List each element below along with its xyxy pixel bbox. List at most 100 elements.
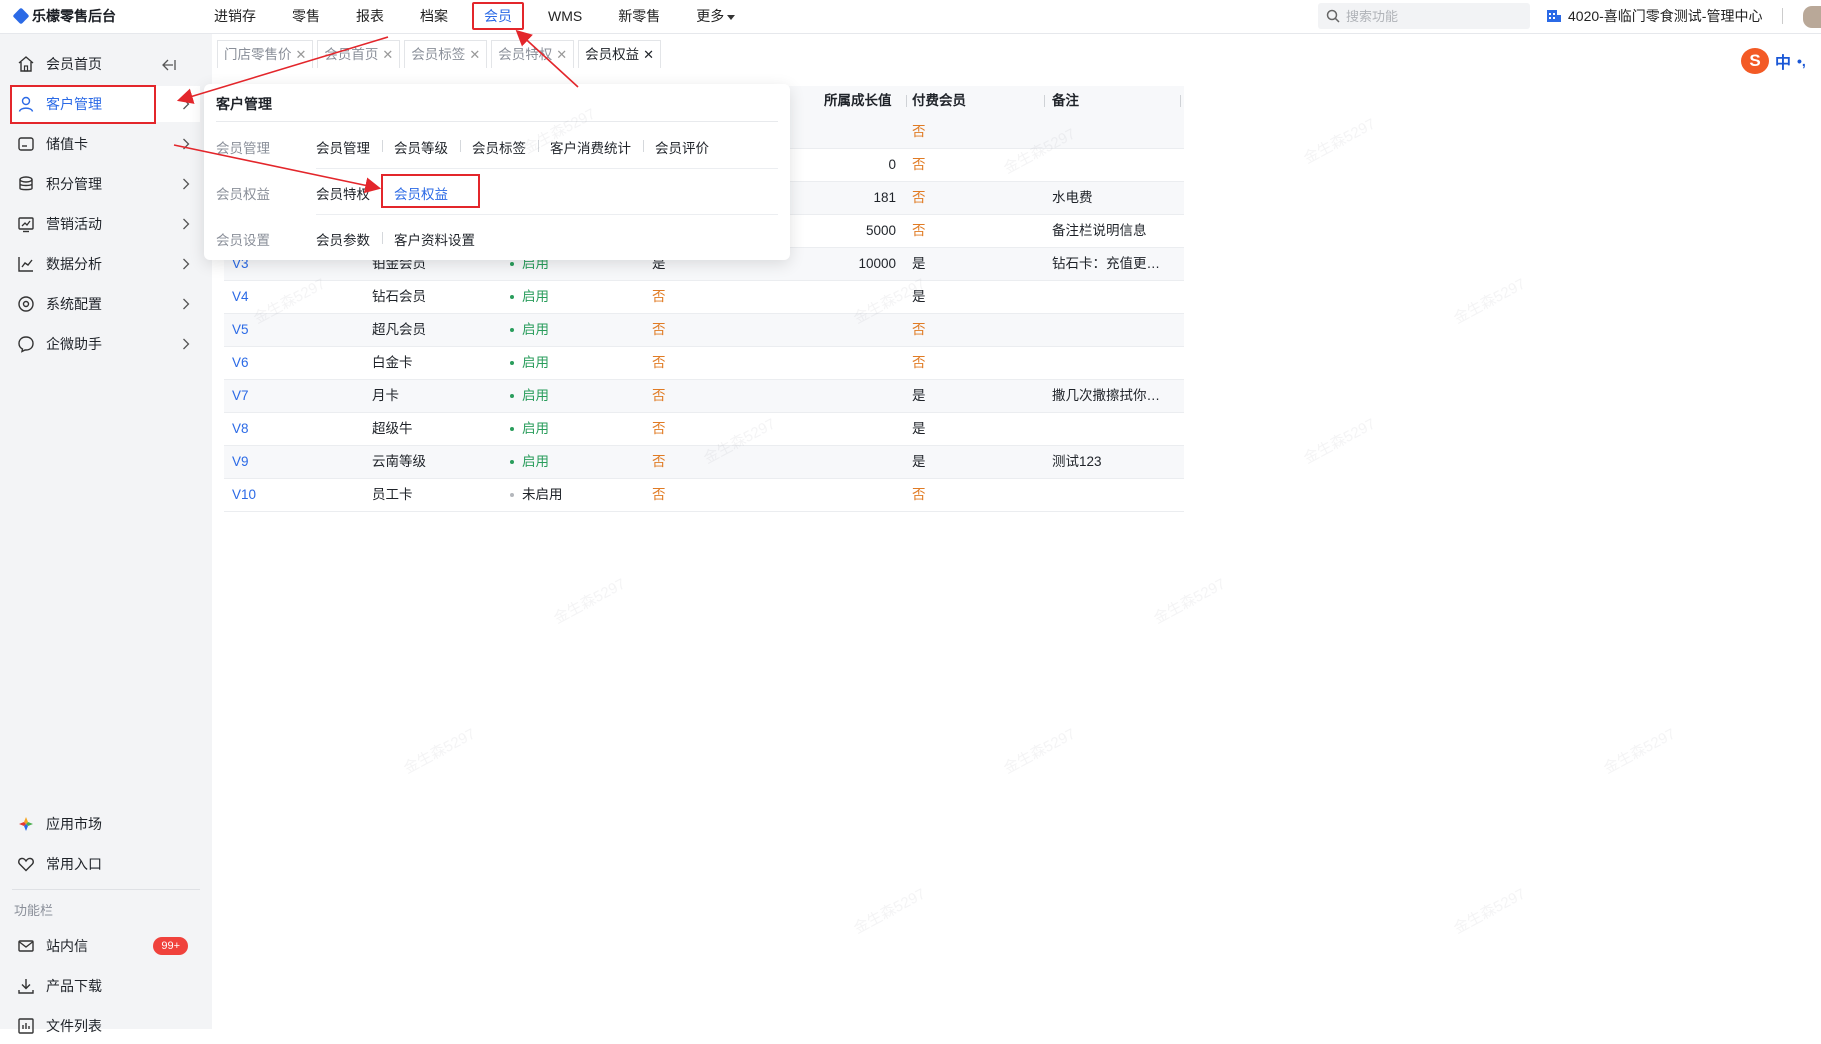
sidebar-item-label: 会员首页 — [46, 56, 102, 72]
column-separator — [906, 95, 907, 107]
level-code-link[interactable]: V7 — [232, 380, 249, 412]
menu-link-consumption-stats[interactable]: 客户消费统计 — [538, 137, 643, 157]
avatar[interactable] — [1803, 6, 1821, 28]
nav-item-reports[interactable]: 报表 — [338, 0, 402, 32]
home-icon — [12, 55, 40, 73]
ime-toolbar[interactable]: S 中 •, — [1741, 48, 1806, 74]
level-code-link[interactable]: V9 — [232, 446, 249, 478]
sidebar-item-member-home[interactable]: 会员首页 — [10, 46, 200, 82]
divider — [316, 168, 778, 169]
tab-member-home[interactable]: 会员首页 ✕ — [317, 40, 401, 68]
chevron-right-icon — [182, 337, 190, 353]
status-badge: 启用 — [510, 446, 549, 478]
sidebar-item-wecom-assistant[interactable]: 企微助手 — [10, 326, 200, 362]
sidebar-item-product-download[interactable]: 产品下载 — [10, 968, 200, 1004]
nav-item-inventory[interactable]: 进销存 — [196, 0, 274, 32]
chevron-right-icon — [182, 177, 190, 193]
menu-group-member-settings: 会员设置 会员参数 客户资料设置 — [216, 216, 778, 260]
column-separator — [1044, 95, 1045, 107]
tab-member-privileges[interactable]: 会员特权 ✕ — [491, 40, 575, 68]
sidebar-item-favorites[interactable]: 常用入口 — [10, 846, 200, 882]
menu-link-member-benefits[interactable]: 会员权益 — [381, 174, 480, 208]
close-icon[interactable]: ✕ — [382, 42, 393, 68]
search-input[interactable] — [1346, 8, 1516, 24]
sidebar-item-label: 应用市场 — [46, 816, 102, 832]
database-icon — [12, 175, 40, 193]
top-bar: 乐檬零售后台 进销存 零售 报表 档案 会员 WMS 新零售 更多 4020-喜… — [0, 0, 1821, 34]
watermark: 金生森5297 — [1301, 115, 1379, 168]
table-row[interactable]: V10 员工卡 未启用 否 否 — [224, 479, 1184, 512]
menu-link-member-privileges[interactable]: 会员特权 — [316, 183, 382, 203]
tab-store-retail-price[interactable]: 门店零售价 ✕ — [217, 40, 314, 68]
sidebar-caption: 功能栏 — [14, 903, 54, 918]
watermark: 金生森5297 — [1301, 415, 1379, 468]
sidebar-item-app-market[interactable]: 应用市场 — [10, 806, 200, 842]
table-row[interactable]: V4 钻石会员 启用 否 是 — [224, 281, 1184, 314]
sidebar-item-system-config[interactable]: 系统配置 — [10, 286, 200, 322]
card-icon — [12, 135, 40, 153]
level-code-link[interactable]: V10 — [232, 479, 256, 511]
app-market-icon — [12, 815, 40, 833]
table-row[interactable]: V6 白金卡 启用 否 否 — [224, 347, 1184, 380]
search-icon — [1326, 9, 1340, 23]
store-selector[interactable]: 4020-喜临门零食测试-管理中心 — [1546, 0, 1762, 32]
menu-group-label: 会员设置 — [216, 233, 270, 248]
watermark: 金生森5297 — [1001, 725, 1079, 778]
status-badge: 未启用 — [510, 479, 563, 511]
nav-item-new-retail[interactable]: 新零售 — [600, 0, 678, 32]
watermark: 金生森5297 — [401, 725, 479, 778]
ime-punctuation[interactable]: •, — [1797, 53, 1806, 69]
close-icon[interactable]: ✕ — [643, 42, 654, 68]
unread-badge: 99+ — [153, 937, 188, 955]
brand-title: 乐檬零售后台 — [32, 8, 116, 24]
column-separator — [1180, 95, 1181, 107]
table-row[interactable]: V8 超级牛 启用 否 是 — [224, 413, 1184, 446]
table-row[interactable]: V7 月卡 启用 否 是 撒几次撒擦拭你… — [224, 380, 1184, 413]
nav-item-more[interactable]: 更多 — [678, 0, 753, 32]
close-icon[interactable]: ✕ — [556, 42, 567, 68]
menu-link-customer-profile-settings[interactable]: 客户资料设置 — [382, 229, 487, 249]
menu-title: 客户管理 — [216, 96, 272, 112]
column-header-growth: 所属成长值 — [824, 93, 892, 108]
tab-member-tags[interactable]: 会员标签 ✕ — [404, 40, 488, 68]
sidebar-item-stored-value-card[interactable]: 储值卡 — [10, 126, 200, 162]
menu-link-member-levels[interactable]: 会员等级 — [382, 137, 460, 157]
file-list-icon — [12, 1017, 40, 1035]
sidebar-item-label: 常用入口 — [46, 856, 102, 872]
close-icon[interactable]: ✕ — [469, 42, 480, 68]
menu-link-member-reviews[interactable]: 会员评价 — [643, 137, 721, 157]
sidebar-item-label: 营销活动 — [46, 216, 102, 232]
sidebar-item-inbox[interactable]: 站内信 99+ — [10, 928, 200, 964]
tab-member-benefits[interactable]: 会员权益 ✕ — [578, 40, 662, 68]
ime-mode[interactable]: 中 — [1775, 49, 1791, 73]
collapse-sidebar-icon[interactable] — [162, 58, 176, 74]
sidebar-item-data-analysis[interactable]: 数据分析 — [10, 246, 200, 282]
level-code-link[interactable]: V8 — [232, 413, 249, 445]
nav-item-wms[interactable]: WMS — [530, 0, 600, 32]
sidebar-item-file-list[interactable]: 文件列表 — [10, 1008, 200, 1044]
menu-link-member-tags[interactable]: 会员标签 — [460, 137, 538, 157]
chart-board-icon — [12, 215, 40, 233]
menu-link-member-parameters[interactable]: 会员参数 — [316, 229, 382, 249]
menu-link-member-management[interactable]: 会员管理 — [316, 137, 382, 157]
table-row[interactable]: V9 云南等级 启用 否 是 测试123 — [224, 446, 1184, 479]
close-icon[interactable]: ✕ — [296, 42, 307, 68]
level-code-link[interactable]: V4 — [232, 281, 249, 313]
table-row[interactable]: V5 超凡会员 启用 否 否 — [224, 314, 1184, 347]
level-code-link[interactable]: V6 — [232, 347, 249, 379]
nav-item-retail[interactable]: 零售 — [274, 0, 338, 32]
sidebar-item-customer-management[interactable]: 客户管理 — [10, 85, 200, 124]
nav-item-archives[interactable]: 档案 — [402, 0, 466, 32]
sidebar-item-points-management[interactable]: 积分管理 — [10, 166, 200, 202]
sidebar-item-label: 产品下载 — [46, 978, 102, 994]
brand[interactable]: 乐檬零售后台 — [14, 0, 116, 32]
nav-item-member[interactable]: 会员 — [466, 0, 530, 32]
sidebar-item-marketing[interactable]: 营销活动 — [10, 206, 200, 242]
customer-management-menu: 客户管理 会员管理 会员管理 会员等级 会员标签 客户消费统计 会员评价 会员权… — [204, 84, 790, 260]
watermark: 金生森5297 — [1151, 575, 1229, 628]
status-badge: 启用 — [510, 314, 549, 346]
level-code-link[interactable]: V5 — [232, 314, 249, 346]
sidebar-item-label: 系统配置 — [46, 296, 102, 312]
search-box[interactable] — [1318, 3, 1530, 29]
column-header-paid: 付费会员 — [912, 93, 966, 108]
